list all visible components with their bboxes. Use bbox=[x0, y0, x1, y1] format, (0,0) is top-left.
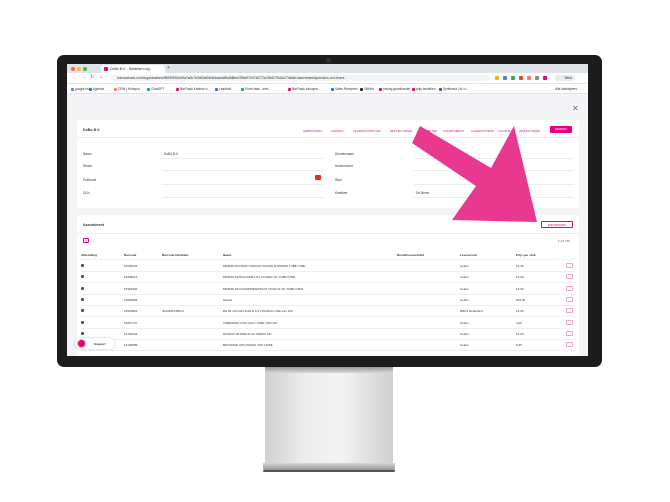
pointer-arrow bbox=[412, 126, 537, 222]
pointer-arrow-overlay bbox=[412, 126, 537, 222]
